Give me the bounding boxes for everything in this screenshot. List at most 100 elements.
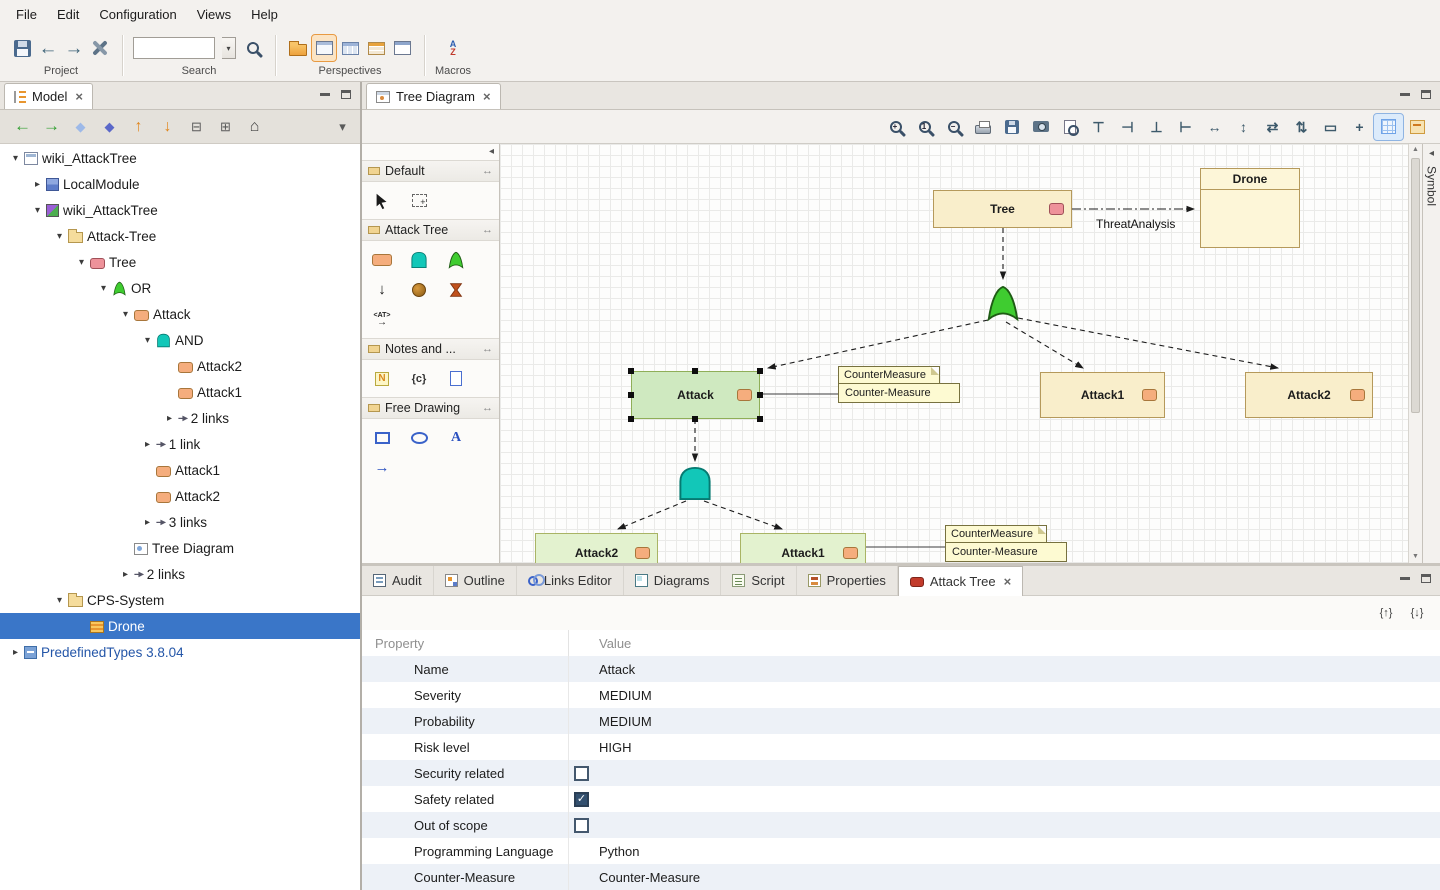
edge-or-attack1[interactable] [1006, 322, 1083, 368]
property-value[interactable]: Attack [568, 656, 1440, 682]
collapse-all-icon[interactable]: ⊟ [182, 114, 211, 140]
tree-item-wiki-attacktree[interactable]: ▾wiki_AttackTree [0, 145, 360, 171]
search-dropdown-icon[interactable]: ▾ [217, 35, 241, 61]
model-tree[interactable]: ▾wiki_AttackTree▸LocalModule▾wiki_Attack… [0, 145, 360, 890]
expander-icon[interactable]: ▸ [30, 179, 45, 190]
checkbox-unchecked[interactable] [574, 766, 589, 781]
tree-item-attack1[interactable]: Attack1 [0, 379, 360, 405]
property-row-name[interactable]: NameAttack [362, 656, 1440, 682]
snap-icon[interactable]: + [1345, 114, 1374, 140]
checkbox-unchecked[interactable] [574, 818, 589, 833]
zoom-out-icon[interactable]: − [939, 114, 968, 140]
tab-audit[interactable]: Audit [362, 566, 434, 595]
palette-item-text[interactable]: A [442, 424, 470, 451]
edge-and-attack2[interactable] [618, 501, 686, 529]
align-right-icon[interactable]: ⊢ [1171, 114, 1200, 140]
selection-handle[interactable] [692, 416, 698, 422]
edge-and-attack1[interactable] [704, 501, 782, 529]
menu-views[interactable]: Views [187, 0, 241, 30]
tab-outline[interactable]: Outline [434, 566, 517, 595]
swap-horizontal-icon[interactable]: ⇄ [1258, 114, 1287, 140]
palette-item-constraint[interactable]: {c} [405, 365, 433, 392]
align-left-icon[interactable]: ⊣ [1113, 114, 1142, 140]
node-drone[interactable]: Drone [1200, 168, 1300, 248]
expander-icon[interactable]: ▸ [118, 569, 133, 580]
screenshot-icon[interactable] [1026, 114, 1055, 140]
diamond-light-icon[interactable]: ◆ [66, 114, 95, 140]
sort-az-icon[interactable]: AZ [441, 35, 465, 61]
tab-diagrams[interactable]: Diagrams [624, 566, 722, 595]
property-value[interactable]: MEDIUM [568, 682, 1440, 708]
edge-or-attack2[interactable] [1018, 318, 1278, 368]
palette-section-header-free-drawing[interactable]: Free Drawing↔ [362, 397, 499, 419]
perspective-requirements-icon[interactable] [364, 35, 388, 61]
minimize-icon[interactable] [320, 93, 330, 96]
palette-item-at-link[interactable]: <AT>→ [368, 306, 396, 333]
maximize-icon[interactable] [1421, 574, 1431, 583]
node-attack[interactable]: Attack [631, 371, 760, 419]
expander-icon[interactable]: ▾ [52, 231, 67, 242]
node-or-gate[interactable] [985, 284, 1021, 322]
tree-item-1-link[interactable]: ▸--▸1 link [0, 431, 360, 457]
expand-symbol-panel-icon[interactable]: ◂ [1429, 149, 1434, 159]
move-down-icon[interactable]: ↓ [153, 114, 182, 140]
swap-vertical-icon[interactable]: ⇅ [1287, 114, 1316, 140]
menu-edit[interactable]: Edit [47, 0, 89, 30]
palette-section-header-default[interactable]: Default↔ [362, 160, 499, 182]
home-icon[interactable]: ⌂ [240, 114, 269, 140]
minimize-icon[interactable] [1400, 577, 1410, 580]
perspective-design-icon[interactable] [312, 35, 336, 61]
search-input[interactable] [133, 37, 215, 59]
checkbox-checked[interactable]: ✓ [574, 792, 589, 807]
sort-down-icon[interactable]: {↓} [1404, 602, 1430, 624]
expander-icon[interactable]: ▾ [52, 595, 67, 606]
print-icon[interactable] [968, 114, 997, 140]
palette-item-hourglass[interactable] [442, 276, 470, 303]
expand-icon[interactable]: ↔ [482, 224, 493, 236]
property-value[interactable]: Python [568, 838, 1440, 864]
go-back-icon[interactable]: ← [8, 113, 37, 139]
selection-handle[interactable] [628, 416, 634, 422]
tree-item-wiki-attacktree[interactable]: ▾wiki_AttackTree [0, 197, 360, 223]
tree-item-or[interactable]: ▾OR [0, 275, 360, 301]
property-row-safety-related[interactable]: Safety related✓ [362, 786, 1440, 812]
selection-handle[interactable] [692, 368, 698, 374]
perspective-window-icon[interactable] [390, 35, 414, 61]
tab-script[interactable]: Script [721, 566, 796, 595]
tree-item-tree[interactable]: ▾Tree [0, 249, 360, 275]
property-row-probability[interactable]: ProbabilityMEDIUM [362, 708, 1440, 734]
expander-icon[interactable]: ▾ [8, 153, 23, 164]
expander-icon[interactable]: ▸ [8, 647, 23, 658]
forward-icon[interactable]: → [62, 35, 86, 61]
expander-icon[interactable]: ▾ [74, 257, 89, 268]
distribute-vertical-icon[interactable]: ↕ [1229, 114, 1258, 140]
tree-item-and[interactable]: ▾AND [0, 327, 360, 353]
tree-item-2-links[interactable]: ▸--▸2 links [0, 405, 360, 431]
property-value[interactable]: MEDIUM [568, 708, 1440, 734]
canvas-vertical-scrollbar[interactable]: ▲ ▼ [1408, 144, 1422, 563]
edge-or-attack[interactable] [768, 320, 988, 368]
minimize-icon[interactable] [1400, 93, 1410, 96]
tree-item-attack1[interactable]: Attack1 [0, 457, 360, 483]
collapse-palette-icon[interactable]: ◂ [489, 146, 494, 157]
tree-item-tree-diagram[interactable]: Tree Diagram [0, 535, 360, 561]
expander-icon[interactable]: ▸ [140, 439, 155, 450]
tab-properties[interactable]: Properties [797, 566, 898, 595]
diamond-dark-icon[interactable]: ◆ [95, 114, 124, 140]
expand-icon[interactable]: ↔ [482, 402, 493, 414]
node-attack1[interactable]: Attack1 [1040, 372, 1165, 418]
tree-item-drone[interactable]: Drone [0, 613, 360, 639]
palette-item-arrow[interactable]: → [368, 454, 396, 481]
property-row-programming-language[interactable]: Programming LanguagePython [362, 838, 1440, 864]
palette-item-comment-page[interactable] [442, 365, 470, 392]
menu-file[interactable]: File [6, 0, 47, 30]
node-countermeasure2[interactable]: CounterMeasure Counter-Measure [945, 525, 1067, 562]
expander-icon[interactable]: ▾ [118, 309, 133, 320]
palette-item-or-gate[interactable] [442, 246, 470, 273]
move-up-icon[interactable]: ↑ [124, 114, 153, 140]
open-perspective-icon[interactable] [286, 35, 310, 61]
close-icon[interactable]: × [1004, 575, 1012, 588]
selection-handle[interactable] [757, 392, 763, 398]
preview-icon[interactable] [1055, 114, 1084, 140]
property-row-severity[interactable]: SeverityMEDIUM [362, 682, 1440, 708]
